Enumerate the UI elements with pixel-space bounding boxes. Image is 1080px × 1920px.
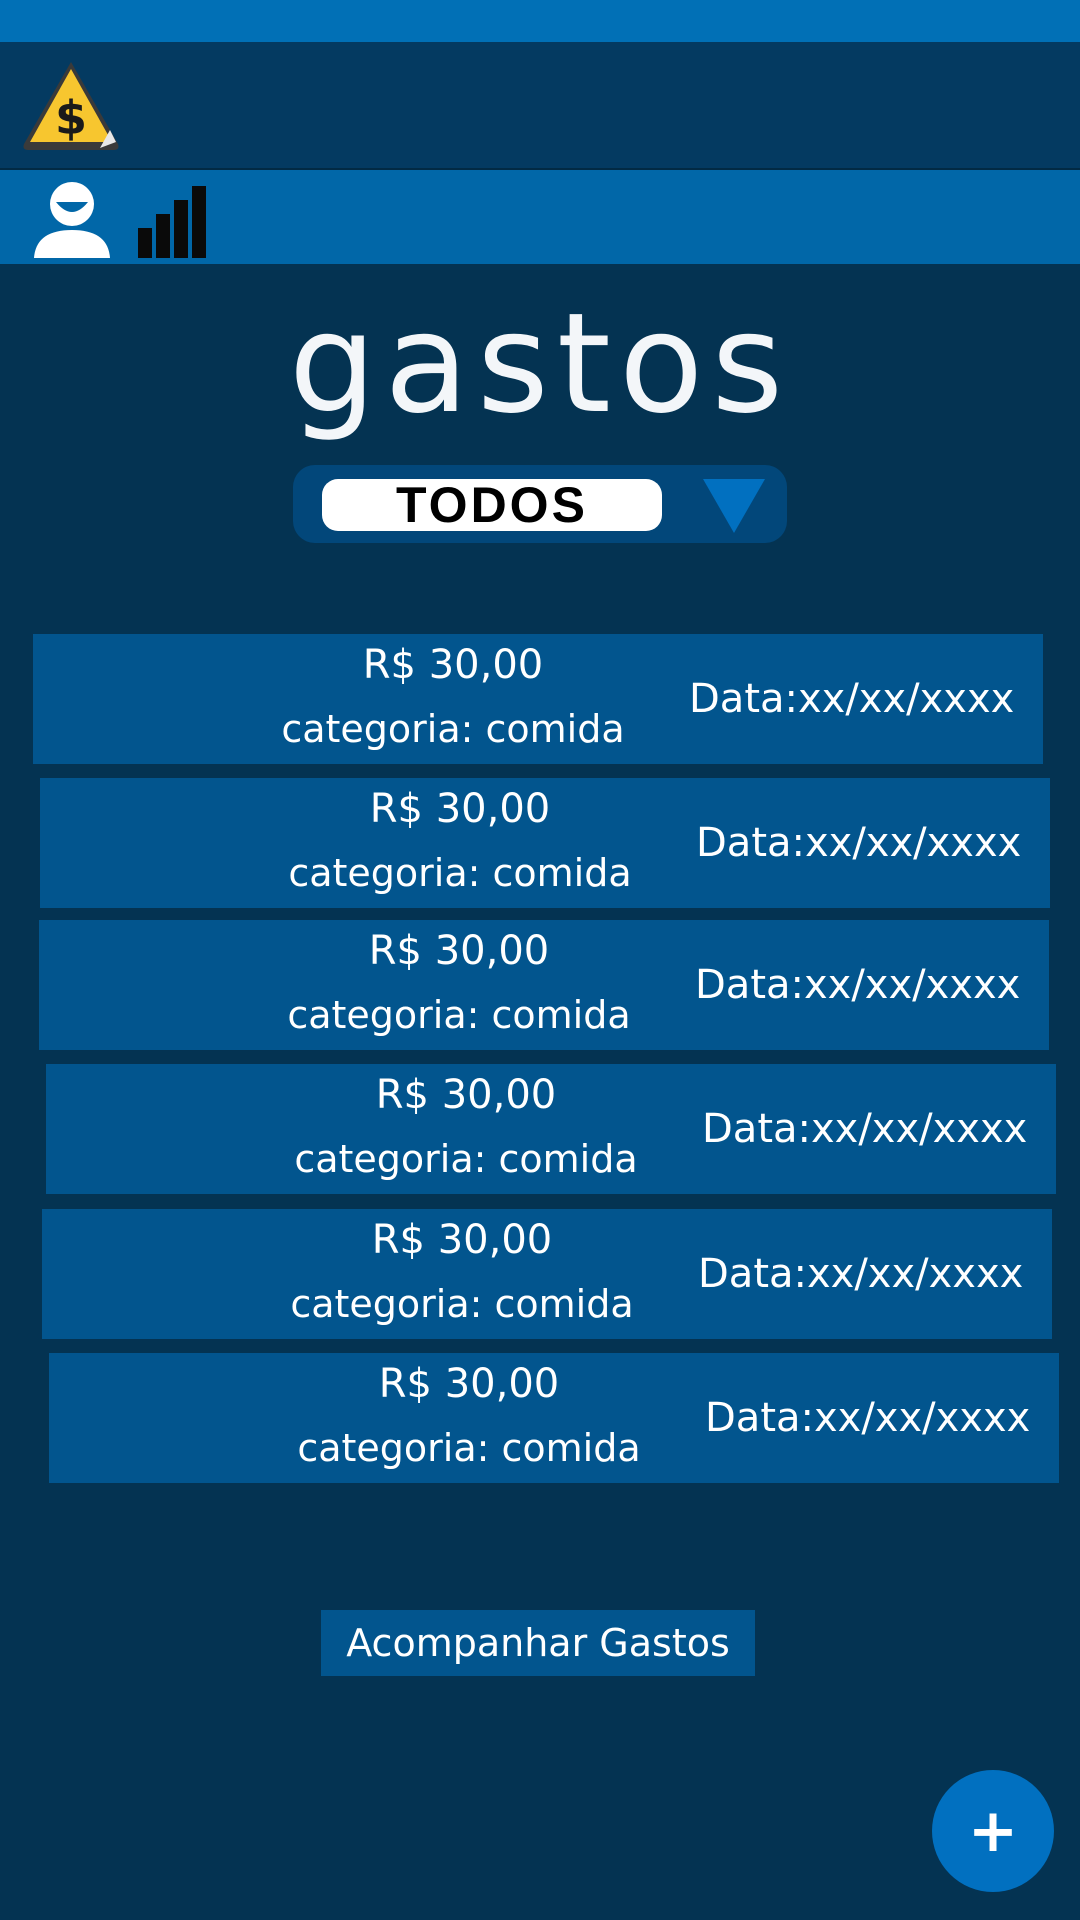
expense-row[interactable]: R$ 30,00 categoria: comida Data:xx/xx/xx… — [39, 920, 1049, 1050]
expense-value: R$ 30,00 — [368, 928, 550, 974]
expense-category: categoria: comida — [288, 851, 632, 895]
expense-row[interactable]: R$ 30,00 categoria: comida Data:xx/xx/xx… — [46, 1064, 1056, 1194]
app-bar: $ — [0, 42, 1080, 170]
expense-value: R$ 30,00 — [369, 786, 551, 832]
expense-info: R$ 30,00 categoria: comida — [240, 778, 680, 908]
expense-date: Data:xx/xx/xxxx — [698, 1251, 1024, 1297]
expense-row[interactable]: R$ 30,00 categoria: comida Data:xx/xx/xx… — [42, 1209, 1052, 1339]
expense-category: categoria: comida — [290, 1282, 634, 1326]
track-expenses-button[interactable]: Acompanhar Gastos — [321, 1610, 755, 1676]
expense-info: R$ 30,00 categoria: comida — [246, 1064, 686, 1194]
category-filter-dropdown[interactable]: TODOS — [293, 465, 787, 543]
expense-category: categoria: comida — [294, 1137, 638, 1181]
user-icon[interactable] — [32, 178, 112, 258]
expense-value: R$ 30,00 — [362, 642, 544, 688]
expense-date: Data:xx/xx/xxxx — [695, 962, 1021, 1008]
expense-category: categoria: comida — [287, 993, 631, 1037]
page-title: gastos — [288, 283, 792, 444]
triangle-down-icon — [703, 479, 765, 533]
filter-selected-value: TODOS — [322, 479, 662, 531]
expense-row[interactable]: R$ 30,00 categoria: comida Data:xx/xx/xx… — [49, 1353, 1059, 1483]
expense-category: categoria: comida — [297, 1426, 641, 1470]
expense-value: R$ 30,00 — [375, 1072, 557, 1118]
expense-date: Data:xx/xx/xxxx — [705, 1395, 1031, 1441]
expense-info: R$ 30,00 categoria: comida — [233, 634, 673, 764]
expense-info: R$ 30,00 categoria: comida — [242, 1209, 682, 1339]
dollar-warning-icon: $ — [23, 62, 119, 150]
expense-value: R$ 30,00 — [371, 1217, 553, 1263]
expense-row[interactable]: R$ 30,00 categoria: comida Data:xx/xx/xx… — [33, 634, 1043, 764]
status-bar — [0, 0, 1080, 42]
expense-date: Data:xx/xx/xxxx — [689, 676, 1015, 722]
expense-value: R$ 30,00 — [378, 1361, 560, 1407]
bar-chart-icon[interactable] — [136, 178, 212, 258]
nav-bar — [0, 170, 1080, 264]
add-expense-button[interactable]: + — [932, 1770, 1054, 1892]
svg-text:$: $ — [55, 91, 87, 145]
expense-info: R$ 30,00 categoria: comida — [239, 920, 679, 1050]
expense-row[interactable]: R$ 30,00 categoria: comida Data:xx/xx/xx… — [40, 778, 1050, 908]
expense-date: Data:xx/xx/xxxx — [702, 1106, 1028, 1152]
expense-info: R$ 30,00 categoria: comida — [249, 1353, 689, 1483]
expense-date: Data:xx/xx/xxxx — [696, 820, 1022, 866]
expense-category: categoria: comida — [281, 707, 625, 751]
